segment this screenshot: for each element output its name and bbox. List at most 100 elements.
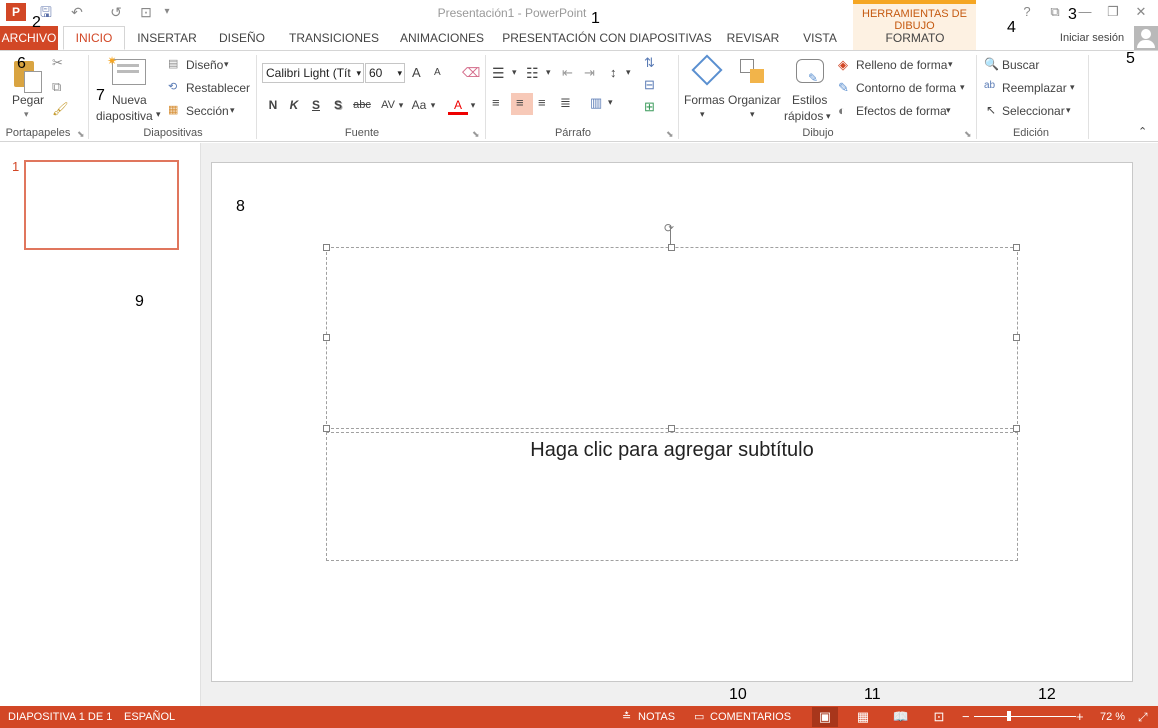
section-icon[interactable]: ▦ [168,103,178,116]
tab-format[interactable]: FORMATO [860,26,970,50]
align-right-icon[interactable]: ≡ [538,95,546,110]
replace-dropdown-icon[interactable]: ▾ [1070,82,1075,93]
shape-fill-icon[interactable]: ◈ [838,57,848,73]
language-indicator[interactable]: ESPAÑOL [124,706,175,728]
reset-button[interactable]: Restablecer [186,81,250,95]
line-spacing-icon[interactable]: ↕ [610,65,617,80]
justify-icon[interactable]: ≣ [560,95,571,111]
restore-button[interactable]: ❐ [1100,2,1126,22]
change-case-button[interactable]: Aa [408,95,430,115]
reading-view-icon[interactable]: 📖 [888,707,914,727]
font-launcher-icon[interactable]: ⬊ [472,129,480,140]
new-slide-dropdown-icon[interactable]: ▾ [156,109,161,120]
slide-canvas[interactable]: ⟳ Haga clic para agregar subtítulo [211,162,1133,682]
quick-styles-label-2[interactable]: rápidos [784,109,823,123]
bullets-icon[interactable]: ☰ [492,65,505,82]
arrange-icon[interactable] [738,57,768,87]
line-spacing-dropdown-icon[interactable]: ▾ [626,67,631,78]
new-slide-icon[interactable]: ✷ [107,54,146,85]
resize-handle[interactable] [668,425,675,432]
resize-handle[interactable] [323,334,330,341]
slide-sorter-view-icon[interactable]: ▦ [850,707,876,727]
tab-slide-show[interactable]: PRESENTACIÓN CON DIAPOSITIVAS [502,26,712,50]
select-button[interactable]: Seleccionar [1002,104,1065,118]
increase-indent-icon[interactable]: ⇥ [584,65,595,81]
bold-button[interactable]: N [263,95,283,115]
underline-button[interactable]: S [306,95,326,115]
numbering-dropdown-icon[interactable]: ▾ [546,67,551,78]
notes-icon[interactable]: ≛ [622,706,631,728]
change-case-dropdown-icon[interactable]: ▾ [428,95,438,115]
collapse-ribbon-icon[interactable]: ⌃ [1138,125,1147,138]
subtitle-placeholder[interactable]: Haga clic para agregar subtítulo [326,432,1018,561]
columns-icon[interactable]: ▥ [590,95,602,111]
new-slide-label-1[interactable]: Nueva [112,93,147,107]
tab-transitions[interactable]: TRANSICIONES [284,26,384,50]
section-dropdown-icon[interactable]: ▾ [230,105,235,116]
resize-handle[interactable] [1013,334,1020,341]
tab-file[interactable]: ARCHIVO [0,26,58,50]
grow-font-icon[interactable]: A [412,65,421,80]
select-dropdown-icon[interactable]: ▾ [1066,105,1071,116]
resize-handle[interactable] [323,425,330,432]
normal-view-icon[interactable]: ▣ [812,707,838,727]
align-text-icon[interactable]: ⊟ [644,77,655,93]
cut-icon[interactable]: ✂ [52,55,63,71]
resize-handle[interactable] [1013,244,1020,251]
fit-slide-icon[interactable]: ⤢ [1138,706,1148,728]
resize-handle[interactable] [668,244,675,251]
shape-effects-button[interactable]: Efectos de forma [856,104,947,118]
shape-outline-button[interactable]: Contorno de forma [856,81,956,95]
zoom-slider-thumb[interactable] [1007,711,1011,721]
tab-design[interactable]: DISEÑO [212,26,272,50]
section-button[interactable]: Sección [186,104,229,118]
title-placeholder[interactable] [326,247,1018,429]
arrange-button[interactable]: Organizar [728,93,781,107]
find-icon[interactable]: 🔍 [984,57,999,71]
numbering-icon[interactable]: ☷ [526,65,539,82]
layout-dropdown-icon[interactable]: ▾ [224,59,229,70]
align-center-button[interactable]: ≡ [511,93,533,115]
copy-icon[interactable]: ⧉ [52,79,61,95]
paste-dropdown-icon[interactable]: ▾ [24,109,29,120]
clear-formatting-icon[interactable]: ⌫ [462,65,480,81]
text-direction-icon[interactable]: ⇅ [644,55,655,71]
tab-home[interactable]: INICIO [63,26,125,50]
shape-outline-icon[interactable]: ✎ [838,80,849,96]
zoom-slider[interactable] [974,711,1076,721]
bullets-dropdown-icon[interactable]: ▾ [512,67,517,78]
tab-animations[interactable]: ANIMACIONES [394,26,490,50]
italic-button[interactable]: K [284,95,304,115]
new-slide-label-2[interactable]: diapositiva [96,109,153,123]
reset-icon[interactable]: ⟲ [168,80,177,93]
convert-to-smartart-icon[interactable]: ⊞ [644,99,655,115]
help-button[interactable]: ? [1014,2,1040,22]
quick-styles-dropdown-icon[interactable]: ▾ [826,111,831,122]
shrink-font-icon[interactable]: A [434,67,441,78]
font-name-dropdown-icon[interactable]: ▾ [356,64,361,82]
slide-thumbnail[interactable] [24,160,179,250]
drawing-launcher-icon[interactable]: ⬊ [964,129,972,140]
columns-dropdown-icon[interactable]: ▾ [608,97,613,108]
user-avatar-icon[interactable] [1134,26,1158,50]
shape-effects-icon[interactable]: ◐ [838,103,846,118]
find-button[interactable]: Buscar [1002,58,1039,72]
align-left-icon[interactable]: ≡ [492,95,500,110]
zoom-out-icon[interactable]: − [962,706,970,728]
shape-fill-button[interactable]: Relleno de forma [856,58,947,72]
zoom-in-icon[interactable]: + [1076,706,1084,728]
paste-button[interactable]: Pegar [12,93,44,107]
font-name-combo[interactable]: Calibri Light (Tít ▾ [262,63,364,83]
replace-button[interactable]: Reemplazar [1002,81,1067,95]
ribbon-display-options-button[interactable]: ⧉ [1042,2,1068,22]
tab-review[interactable]: REVISAR [722,26,784,50]
shapes-dropdown-icon[interactable]: ▾ [700,109,705,120]
decrease-indent-icon[interactable]: ⇤ [562,65,573,81]
shape-effects-dropdown-icon[interactable]: ▾ [946,105,951,116]
text-shadow-button[interactable]: S [328,95,348,115]
strikethrough-button[interactable]: abc [350,95,374,115]
font-size-dropdown-icon[interactable]: ▾ [397,64,402,82]
close-button[interactable]: ✕ [1128,2,1154,22]
slide-show-view-icon[interactable]: ⊡ [926,707,952,727]
sign-in-link[interactable]: Iniciar sesión [1050,26,1134,50]
